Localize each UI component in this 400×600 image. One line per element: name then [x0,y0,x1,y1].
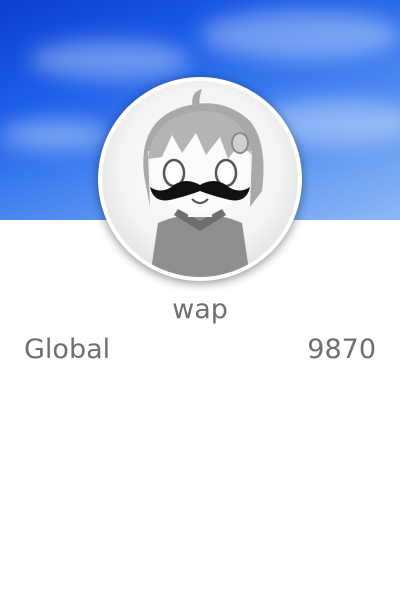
stat-value: 9870 [307,334,376,365]
avatar-image [102,81,298,277]
username: wap [172,294,228,325]
mustache-character-icon [143,89,264,277]
avatar[interactable] [98,77,302,281]
stat-label: Global [24,334,111,365]
